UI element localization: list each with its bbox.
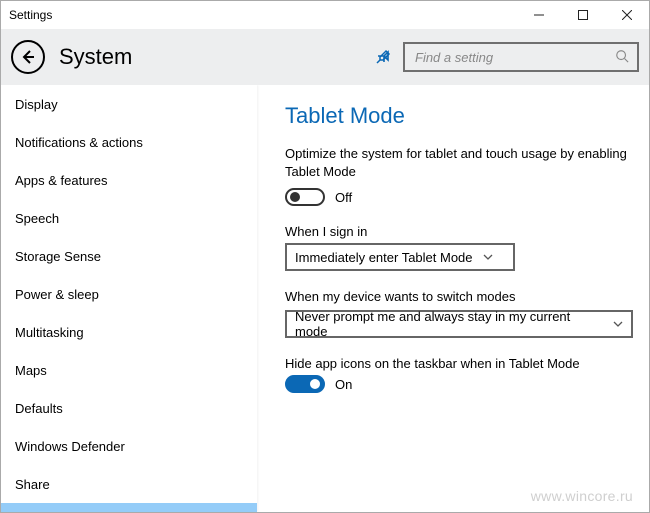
watermark: www.wincore.ru xyxy=(531,488,633,504)
sidebar-item-speech[interactable]: Speech xyxy=(1,199,257,237)
sidebar-item-maps[interactable]: Maps xyxy=(1,351,257,389)
sidebar[interactable]: Display Notifications & actions Apps & f… xyxy=(1,85,257,512)
switch-select-value: Never prompt me and always stay in my cu… xyxy=(295,309,603,339)
sidebar-item-defaults[interactable]: Defaults xyxy=(1,389,257,427)
close-button[interactable] xyxy=(605,1,649,29)
switch-select[interactable]: Never prompt me and always stay in my cu… xyxy=(285,310,633,338)
sidebar-item-label: Display xyxy=(15,97,58,112)
signin-select-value: Immediately enter Tablet Mode xyxy=(295,250,473,265)
sidebar-item-label: Multitasking xyxy=(15,325,84,340)
signin-block: When I sign in Immediately enter Tablet … xyxy=(285,224,627,271)
signin-select[interactable]: Immediately enter Tablet Mode xyxy=(285,243,515,271)
titlebar: Settings xyxy=(1,1,649,29)
back-button[interactable] xyxy=(11,40,45,74)
hide-icons-label: Hide app icons on the taskbar when in Ta… xyxy=(285,356,627,371)
app-title: Settings xyxy=(1,8,517,22)
tablet-mode-toggle-block: Optimize the system for tablet and touch… xyxy=(285,145,627,206)
chevron-down-icon xyxy=(483,250,493,265)
sidebar-item-display[interactable]: Display xyxy=(1,85,257,123)
sidebar-item-storage[interactable]: Storage Sense xyxy=(1,237,257,275)
sidebar-item-apps[interactable]: Apps & features xyxy=(1,161,257,199)
sidebar-item-label: Windows Defender xyxy=(15,439,125,454)
switch-modes-block: When my device wants to switch modes Nev… xyxy=(285,289,627,338)
sidebar-item-tablet-mode[interactable]: Tablet Mode xyxy=(1,503,257,512)
sidebar-item-label: Speech xyxy=(15,211,59,226)
sidebar-item-label: Defaults xyxy=(15,401,63,416)
hide-icons-toggle[interactable]: On xyxy=(285,375,627,393)
page-title: Tablet Mode xyxy=(285,103,627,129)
toggle-state-label: Off xyxy=(335,190,352,205)
settings-window: Settings System Di xyxy=(0,0,650,513)
content-panel: Tablet Mode Optimize the system for tabl… xyxy=(257,85,649,512)
sidebar-item-notifications[interactable]: Notifications & actions xyxy=(1,123,257,161)
sidebar-item-label: Maps xyxy=(15,363,47,378)
hide-icons-block: Hide app icons on the taskbar when in Ta… xyxy=(285,356,627,393)
tablet-mode-toggle[interactable]: Off xyxy=(285,188,627,206)
section-title: System xyxy=(59,44,375,70)
search-icon xyxy=(615,49,629,66)
sidebar-item-label: Power & sleep xyxy=(15,287,99,302)
sidebar-item-multitasking[interactable]: Multitasking xyxy=(1,313,257,351)
sidebar-item-label: Share xyxy=(15,477,50,492)
pin-icon[interactable] xyxy=(375,49,391,65)
header: System xyxy=(1,29,649,85)
body: Display Notifications & actions Apps & f… xyxy=(1,85,649,512)
sidebar-item-power[interactable]: Power & sleep xyxy=(1,275,257,313)
sidebar-item-defender[interactable]: Windows Defender xyxy=(1,427,257,465)
sidebar-item-share[interactable]: Share xyxy=(1,465,257,503)
signin-label: When I sign in xyxy=(285,224,627,239)
sidebar-item-label: Apps & features xyxy=(15,173,108,188)
switch-label: When my device wants to switch modes xyxy=(285,289,627,304)
maximize-button[interactable] xyxy=(561,1,605,29)
search-box[interactable] xyxy=(403,42,639,72)
chevron-down-icon xyxy=(613,317,623,332)
search-input[interactable] xyxy=(413,49,615,66)
toggle-state-label: On xyxy=(335,377,352,392)
minimize-button[interactable] xyxy=(517,1,561,29)
sidebar-item-label: Storage Sense xyxy=(15,249,101,264)
sidebar-item-label: Notifications & actions xyxy=(15,135,143,150)
optimize-description: Optimize the system for tablet and touch… xyxy=(285,145,627,180)
